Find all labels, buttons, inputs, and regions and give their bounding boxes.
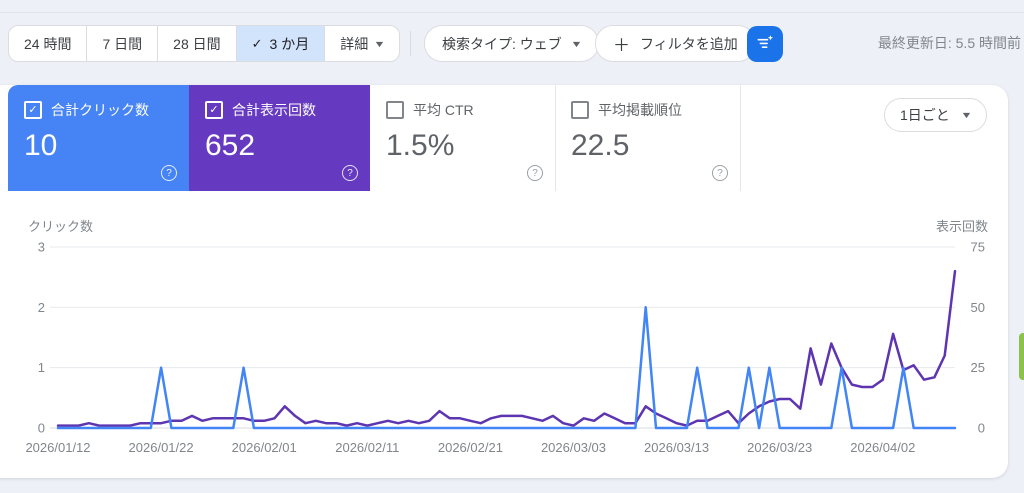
- granularity-dropdown[interactable]: 1日ごと ▼: [884, 98, 987, 132]
- left-axis-tick: 2: [38, 300, 45, 315]
- metric-label: 平均掲載順位: [598, 102, 682, 118]
- feedback-edge-tab[interactable]: [1019, 333, 1024, 380]
- x-axis-label: 2026/01/22: [129, 440, 194, 455]
- x-axis-label: 2026/02/11: [335, 440, 399, 455]
- chevron-down-icon: ▼: [373, 38, 386, 49]
- x-axis-label: 2026/01/12: [25, 440, 90, 455]
- x-axis-label: 2026/03/23: [747, 440, 812, 455]
- checkbox-unchecked-icon[interactable]: [571, 101, 589, 119]
- help-icon[interactable]: ?: [161, 165, 177, 181]
- x-axis-label: 2026/04/02: [850, 440, 915, 455]
- checkbox-checked-icon[interactable]: ✓: [24, 101, 42, 119]
- range-custom[interactable]: 詳細 ▼: [324, 26, 399, 61]
- x-axis-label: 2026/02/01: [232, 440, 297, 455]
- range-28d[interactable]: 28 日間: [157, 26, 235, 61]
- search-type-button[interactable]: 検索タイプ: ウェブ ▼: [424, 25, 599, 62]
- smart-filter-button[interactable]: [747, 26, 783, 62]
- x-axis-label: 2026/03/13: [644, 440, 709, 455]
- range-7d-label: 7 日間: [102, 35, 143, 52]
- right-axis-tick: 25: [971, 360, 985, 375]
- chevron-down-icon: ▼: [569, 38, 583, 49]
- x-axis-label: 2026/03/03: [541, 440, 606, 455]
- chevron-down-icon: ▼: [960, 110, 973, 120]
- right-axis-tick: 75: [971, 240, 985, 255]
- add-filter-button[interactable]: ＋ フィルタを追加: [595, 25, 756, 62]
- left-axis-tick: 1: [38, 360, 45, 375]
- tile-separator: [740, 85, 741, 191]
- last-updated-text: 最終更新日: 5.5 時間前: [877, 35, 1021, 51]
- x-axis-label: 2026/02/21: [438, 440, 503, 455]
- performance-chart[interactable]: 0 1 2 3 0 25 50 75 2026/01/12 2026/01/22 2026/02/0…: [0, 200, 1000, 465]
- range-28d-label: 28 日間: [173, 35, 221, 52]
- range-3mo-label: 3 か月: [269, 35, 310, 52]
- range-24h-label: 24 時間: [24, 35, 72, 52]
- left-axis-tick: 3: [38, 240, 45, 255]
- series-line-impressions: [56, 269, 957, 427]
- range-custom-label: 詳細: [340, 35, 369, 52]
- search-console-performance-page: 24 時間 7 日間 28 日間 ✓ 3 か月 詳細 ▼ 検索タイプ: ウェブ …: [0, 0, 1024, 493]
- range-7d[interactable]: 7 日間: [86, 26, 157, 61]
- metric-value: 22.5: [571, 129, 630, 162]
- filter-sparkle-icon: [755, 33, 775, 56]
- metric-tile-average-position[interactable]: 平均掲載順位 22.5 ?: [555, 85, 740, 191]
- granularity-label: 1日ごと: [900, 107, 950, 123]
- checkbox-checked-icon[interactable]: ✓: [205, 101, 223, 119]
- toolbar-divider: [410, 31, 411, 56]
- metric-tile-average-ctr[interactable]: 平均 CTR 1.5% ?: [370, 85, 555, 191]
- range-24h[interactable]: 24 時間: [9, 26, 86, 61]
- tile-separator: [555, 85, 556, 191]
- check-icon: ✓: [251, 35, 263, 51]
- add-filter-label: フィルタを追加: [640, 35, 738, 52]
- checkbox-unchecked-icon[interactable]: [386, 101, 404, 119]
- search-type-label: 検索タイプ: ウェブ: [442, 35, 562, 52]
- left-axis-tick: 0: [38, 421, 45, 436]
- metric-tile-total-impressions[interactable]: ✓ 合計表示回数 652 ?: [189, 85, 370, 191]
- date-range-group: 24 時間 7 日間 28 日間 ✓ 3 か月 詳細 ▼: [8, 25, 401, 62]
- plus-icon: ＋: [613, 36, 630, 55]
- metric-value: 10: [24, 129, 58, 162]
- range-3mo[interactable]: ✓ 3 か月: [235, 26, 325, 61]
- metric-value: 652: [205, 129, 256, 162]
- top-divider: [0, 12, 1024, 13]
- right-axis-tick: 50: [971, 300, 985, 315]
- help-icon[interactable]: ?: [527, 165, 543, 181]
- help-icon[interactable]: ?: [342, 165, 358, 181]
- right-axis-tick: 0: [978, 421, 985, 436]
- metric-value: 1.5%: [386, 129, 455, 162]
- metric-tile-total-clicks[interactable]: ✓ 合計クリック数 10 ?: [8, 85, 189, 191]
- metric-label: 合計クリック数: [51, 102, 149, 118]
- metric-label: 平均 CTR: [413, 102, 474, 118]
- help-icon[interactable]: ?: [712, 165, 728, 181]
- metric-label: 合計表示回数: [232, 102, 316, 118]
